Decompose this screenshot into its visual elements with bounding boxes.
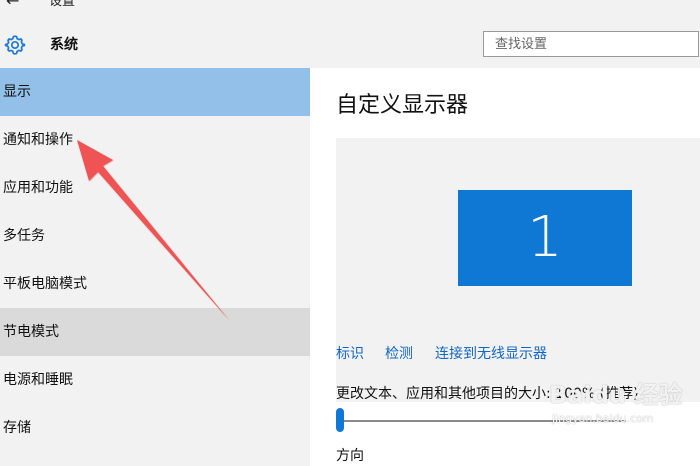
orientation-label: 方向 [336, 448, 364, 464]
watermark-logo: Baidu 经验 [549, 381, 683, 409]
back-arrow-icon[interactable]: ← [6, 0, 19, 11]
sidebar-item-apps-features[interactable]: 应用和功能 [0, 164, 310, 212]
sidebar-item-tablet-mode[interactable]: 平板电脑模式 [0, 260, 310, 308]
title-bar: ← 设置 系统 [0, 0, 700, 68]
gear-icon [3, 33, 27, 57]
detect-link[interactable]: 检测 [385, 344, 413, 364]
sidebar-item-notifications[interactable]: 通知和操作 [0, 116, 310, 164]
sidebar: 显示 通知和操作 应用和功能 多任务 平板电脑模式 节电模式 电源和睡眠 存储 [0, 68, 310, 466]
sidebar-item-power-sleep[interactable]: 电源和睡眠 [0, 356, 310, 404]
sidebar-item-display[interactable]: 显示 [0, 68, 310, 116]
sidebar-item-storage[interactable]: 存储 [0, 404, 310, 452]
search-input[interactable] [484, 32, 698, 56]
sidebar-item-multitasking[interactable]: 多任务 [0, 212, 310, 260]
page-title: 自定义显示器 [336, 93, 469, 118]
wireless-display-link[interactable]: 连接到无线显示器 [435, 344, 547, 364]
watermark-url: jingyan.baidu.com [552, 412, 654, 425]
window-title: 设置 [49, 0, 76, 9]
sidebar-item-battery-saver[interactable]: 节电模式 [0, 308, 310, 356]
app-title: 系统 [50, 37, 78, 53]
scale-slider-thumb[interactable] [336, 408, 344, 432]
identify-link[interactable]: 标识 [336, 344, 364, 364]
monitor-1[interactable]: 1 [458, 190, 632, 286]
search-box[interactable] [483, 31, 699, 57]
